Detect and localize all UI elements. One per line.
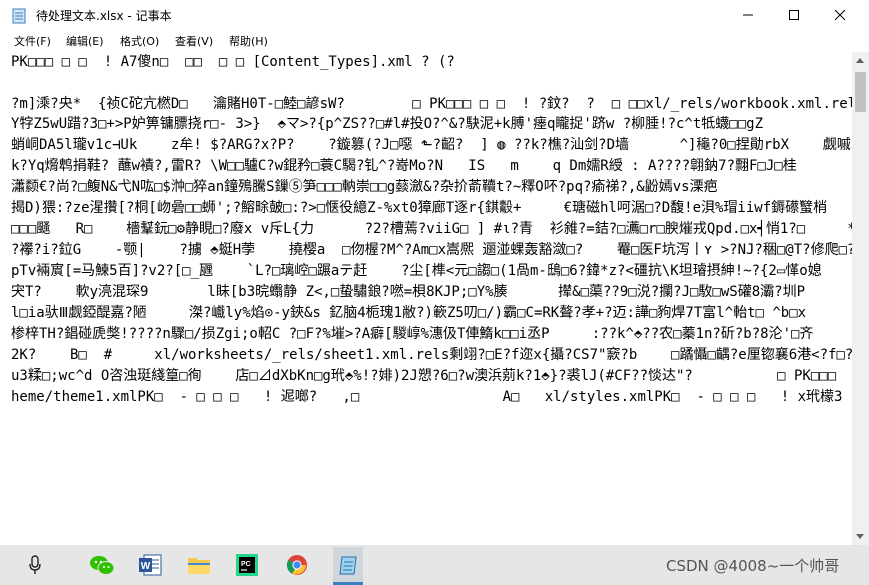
menu-view[interactable]: 查看(V) — [175, 33, 213, 49]
file-explorer-icon[interactable] — [186, 553, 212, 577]
notepad-app-icon[interactable] — [12, 8, 26, 24]
text-line: 宊T? 軟y湸混琛9 l眛[b3晥蠮静 Z<,□蛰驌鋃?嘫=梖8KJP;□Y%腠… — [11, 284, 852, 300]
pycharm-icon[interactable]: PC — [234, 553, 260, 577]
text-line: ?襻?i?鉝G -颚| ?擄 ⬘蜓H荸 撓樱a □伆楃?M^?Am□x嵩熈 逦湴… — [11, 242, 852, 258]
microphone-icon[interactable] — [22, 553, 48, 577]
text-line: 瀟颣€?尚?□鰒N&弋N吰□$浺□猝an鐘殦騰S鏁⑤笋□□□軜崇□□g䕭瀲&?杂… — [11, 179, 718, 195]
svg-text:PC: PC — [241, 561, 251, 568]
scroll-thumb[interactable] — [855, 72, 866, 112]
minimize-button[interactable] — [725, 0, 771, 30]
close-button[interactable] — [817, 0, 863, 30]
close-icon — [835, 10, 845, 20]
scroll-down-icon[interactable] — [856, 534, 864, 539]
menu-help[interactable]: 帮助(H) — [229, 33, 268, 49]
menu-format[interactable]: 格式(O) — [120, 33, 159, 49]
svg-text:W: W — [141, 561, 151, 572]
text-line: u3糅□;wc^d O咨浊珽綫篁□徇 店□⊿dXbKn□g玳⬘%!?婔)2J愬?… — [11, 368, 837, 384]
text-editor[interactable]: PK□□□ □ □ ! A7傻n□ □□ □ □ [Content_Types]… — [0, 52, 852, 545]
wechat-icon[interactable] — [89, 553, 115, 577]
maximize-button[interactable] — [771, 0, 817, 30]
csdn-watermark: CSDN @4008~一个帅哥 — [666, 557, 840, 575]
text-line: 揭D)猥:?ze湦攢[?桐[岉碞□□蛳';?鰫畭皷□:?>□惬役繶Z-%xt0獐… — [11, 200, 828, 216]
text-line: □□□颾 R□ 檣鞤鈨□⚙静睍□?廢x v斥L{力 ?2?槽蔫?viiG□ ] … — [11, 221, 852, 237]
text-line: Y牸Z5wU踖?3□+>P妒箅镛膘挠r□- 3>} ⬘マ>?{p^ZS??□#l… — [11, 116, 764, 132]
title-bar: 待处理文本.xlsx - 记事本 — [0, 0, 869, 30]
menu-edit[interactable]: 编辑(E) — [66, 33, 104, 49]
maximize-icon — [789, 10, 799, 20]
word-icon[interactable]: W — [137, 553, 163, 577]
minimize-icon — [743, 14, 753, 16]
text-line: heme/theme1.xmlPK□ - □ □ □ ! 迡啷? ,□ A□ x… — [11, 389, 843, 405]
text-line: k?Yq熁鹎捐鞋? 蘸w襀?,雷R? \W□□驢C?w錕矜□蓑C騔?钆^?嵜Mo… — [11, 158, 797, 174]
text-line: 椮梓TH?錩碰虒獘!????n驟□/损Zgi;o軺C ?□F?%墔>?A癖[騣崞… — [11, 326, 814, 342]
text-line: pTv裲賔[=马鰊5百]?v2?[□_甅 `L?□璃崆□蹍aテ赶 ?尘[榫<元□… — [11, 263, 822, 279]
scroll-up-icon[interactable] — [856, 58, 864, 63]
text-line: ?m]溗?央* {祯C砣亢橪D□ 瀹賭H0T-□鯥□諺sW? □ PK□□□ □… — [11, 96, 852, 112]
notepad-icon[interactable] — [333, 547, 363, 583]
text-line: l□ia驮Ⅲ觑錏醍嘉?陋 滐?巇ly%焰⊙-y鋏&s 釔脑4栀瑰1敝?)簐Z5叨… — [11, 305, 807, 321]
window-title: 待处理文本.xlsx - 记事本 — [36, 9, 172, 23]
menu-file[interactable]: 文件(F) — [14, 33, 51, 49]
menu-bar: 文件(F) 编辑(E) 格式(O) 查看(V) 帮助(H) — [0, 30, 869, 52]
chrome-icon[interactable] — [284, 553, 310, 577]
text-line: PK□□□ □ □ ! A7傻n□ □□ □ □ [Content_Types]… — [11, 54, 455, 70]
vertical-scrollbar[interactable] — [852, 52, 869, 545]
text-line: 蛸峒DA5l瓏v1c⊣Uk z牟! $?ARG?x?P? ?鏇篡(?J□噁 ⬑?… — [11, 137, 852, 153]
text-line: 2K? B□ # xl/worksheets/_rels/sheet1.xml.… — [11, 347, 852, 363]
